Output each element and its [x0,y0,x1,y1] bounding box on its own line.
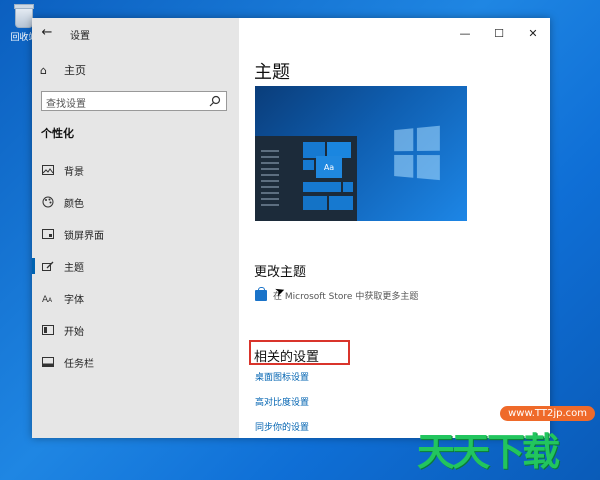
tile [303,182,341,192]
theme-preview: Aa [255,86,467,221]
content-pane: — ☐ ✕ 主题 Aa 更改主题 在 Microsoft Store 中获取更多… [239,18,550,438]
change-theme-heading: 更改主题 [254,265,307,280]
maximize-icon[interactable]: ☐ [482,18,516,48]
window-title: 设置 [70,31,90,42]
theme-brush-icon [41,260,55,272]
lock-screen-icon [41,228,55,240]
sidebar-item-lock-screen[interactable]: 锁屏界面 [32,218,239,250]
home-icon: ⌂ [40,63,47,77]
image-icon [41,164,55,176]
start-icon [41,324,55,336]
related-settings-heading: 相关的设置 [254,350,320,365]
tile [329,196,353,210]
tile [343,182,353,192]
sidebar: ← 设置 ⌂ 主页 个性化 背景 [32,18,239,438]
sidebar-item-label: 颜色 [64,198,84,210]
sidebar-item-start[interactable]: 开始 [32,314,239,346]
taskbar-icon [41,356,55,368]
minimize-icon[interactable]: — [448,18,482,48]
sample-tile: Aa [316,156,342,178]
sidebar-item-label: 主题 [64,262,84,274]
link-high-contrast-settings[interactable]: 高对比度设置 [255,395,309,408]
store-link-label: 在 Microsoft Store 中获取更多主题 [273,292,419,302]
close-icon[interactable]: ✕ [516,18,550,48]
svg-text:A: A [48,297,53,303]
font-icon: AA [41,292,55,304]
settings-window: ← 设置 ⌂ 主页 个性化 背景 [32,18,550,438]
sidebar-item-background[interactable]: 背景 [32,154,239,186]
sidebar-item-label: 字体 [64,294,84,306]
watermark: www.TT2jp.com 天天下载 [417,402,595,476]
nav-home-label: 主页 [64,64,86,77]
sidebar-item-label: 任务栏 [64,358,94,370]
search-box [41,91,227,114]
sidebar-item-label: 开始 [64,326,84,338]
watermark-logo: 天天下载 [417,430,560,474]
section-title-personalization: 个性化 [41,127,74,140]
palette-icon [41,196,55,208]
search-input[interactable] [42,95,202,114]
tile [303,196,327,210]
windows-logo-icon [394,125,442,182]
link-desktop-icon-settings[interactable]: 桌面图标设置 [255,370,309,383]
titlebar: ← 设置 [32,18,239,48]
sidebar-item-taskbar[interactable]: 任务栏 [32,346,239,378]
back-arrow-icon[interactable]: ← [38,24,56,42]
sidebar-item-colors[interactable]: 颜色 [32,186,239,218]
sidebar-item-themes[interactable]: 主题 [32,250,239,282]
nav-home[interactable]: ⌂ 主页 [40,62,86,78]
search-icon[interactable] [209,95,221,107]
link-sync-settings[interactable]: 同步你的设置 [255,420,309,433]
sidebar-item-label: 背景 [64,166,84,178]
sidebar-item-fonts[interactable]: AA 字体 [32,282,239,314]
page-title: 主题 [254,62,290,83]
sidebar-item-label: 锁屏界面 [64,230,104,242]
recycle-bin-icon [14,4,34,28]
store-bag-icon [255,287,267,301]
window-controls: — ☐ ✕ [448,18,550,48]
watermark-url: www.TT2jp.com [500,406,595,421]
menu-lines [261,150,279,210]
nav-list: 背景 颜色 锁屏界面 主题 A A 字体 开始 任务栏 [32,154,239,378]
tile [303,160,314,170]
